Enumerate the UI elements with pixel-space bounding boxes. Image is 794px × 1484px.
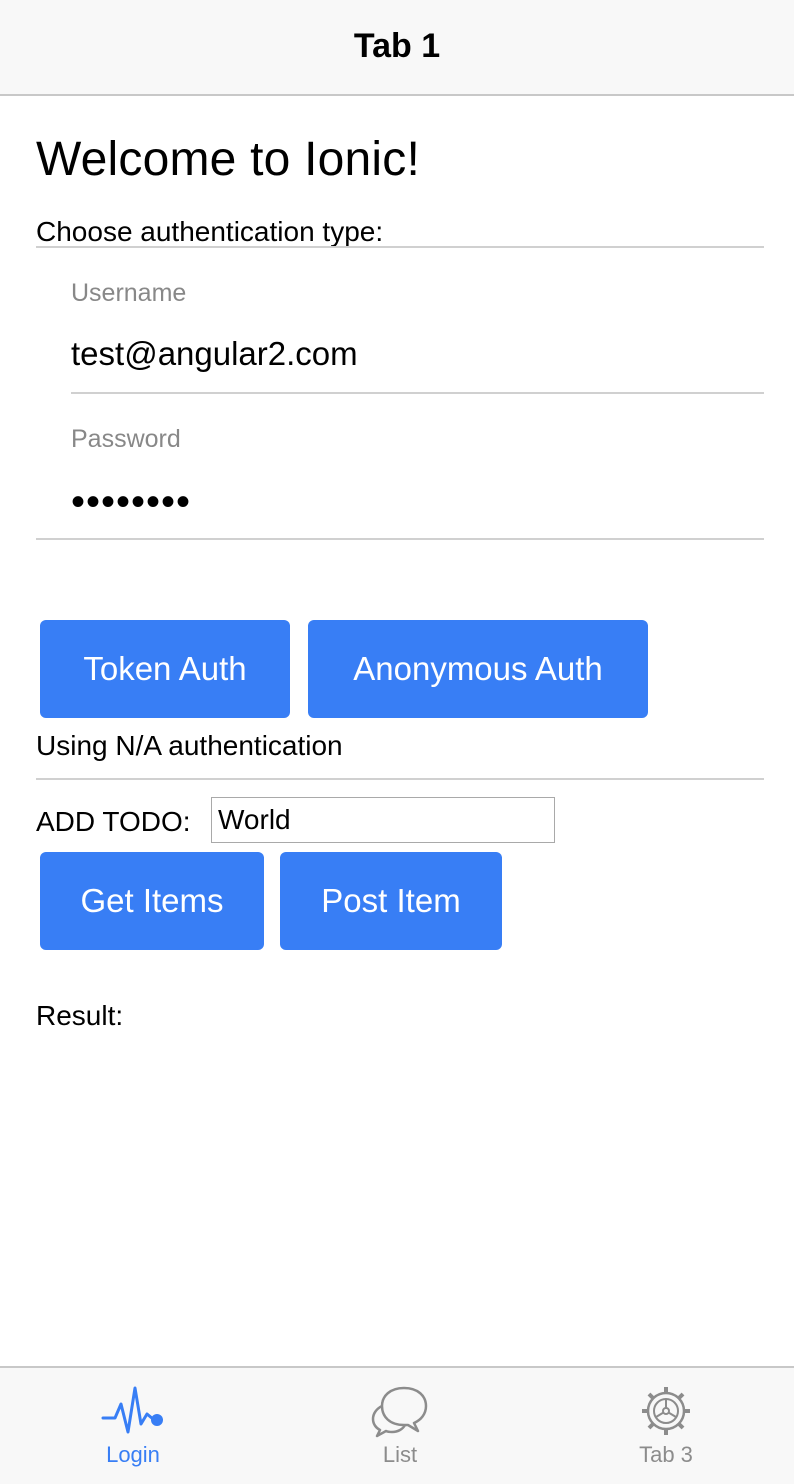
password-underline: [36, 538, 764, 540]
username-underline: [71, 392, 764, 394]
tab-bar: Login List Tab 3: [0, 1366, 794, 1484]
tab-tab3[interactable]: Tab 3: [566, 1368, 766, 1484]
post-item-button[interactable]: Post Item: [280, 852, 502, 950]
result-label: Result:: [36, 1000, 124, 1031]
todo-input[interactable]: [211, 797, 555, 843]
divider: [36, 778, 764, 780]
username-field[interactable]: [71, 329, 751, 379]
auth-type-label: Choose authentication type:: [36, 216, 384, 247]
add-todo-label: ADD TODO:: [36, 806, 191, 837]
auth-status-text: Using N/A authentication: [36, 730, 343, 761]
password-field[interactable]: ••••••••: [71, 482, 191, 522]
tab-login[interactable]: Login: [33, 1368, 233, 1484]
anonymous-auth-button[interactable]: Anonymous Auth: [308, 620, 648, 718]
tab-label: Tab 3: [639, 1442, 693, 1467]
divider: [36, 246, 764, 248]
settings-gear-icon: [642, 1387, 690, 1435]
content-area: Welcome to Ionic! Choose authentication …: [0, 98, 794, 1366]
welcome-heading: Welcome to Ionic!: [36, 133, 421, 186]
password-label: Password: [71, 425, 181, 453]
nav-bar: Tab 1: [0, 0, 794, 96]
chat-bubbles-icon: [371, 1386, 428, 1438]
page-title: Tab 1: [353, 26, 441, 65]
get-items-button[interactable]: Get Items: [40, 852, 264, 950]
username-label: Username: [71, 279, 187, 307]
pulse-icon: [101, 1386, 163, 1434]
tab-list[interactable]: List: [300, 1368, 500, 1484]
token-auth-button[interactable]: Token Auth: [40, 620, 290, 718]
tab-label: List: [382, 1442, 418, 1467]
tab-label: Login: [106, 1442, 160, 1467]
